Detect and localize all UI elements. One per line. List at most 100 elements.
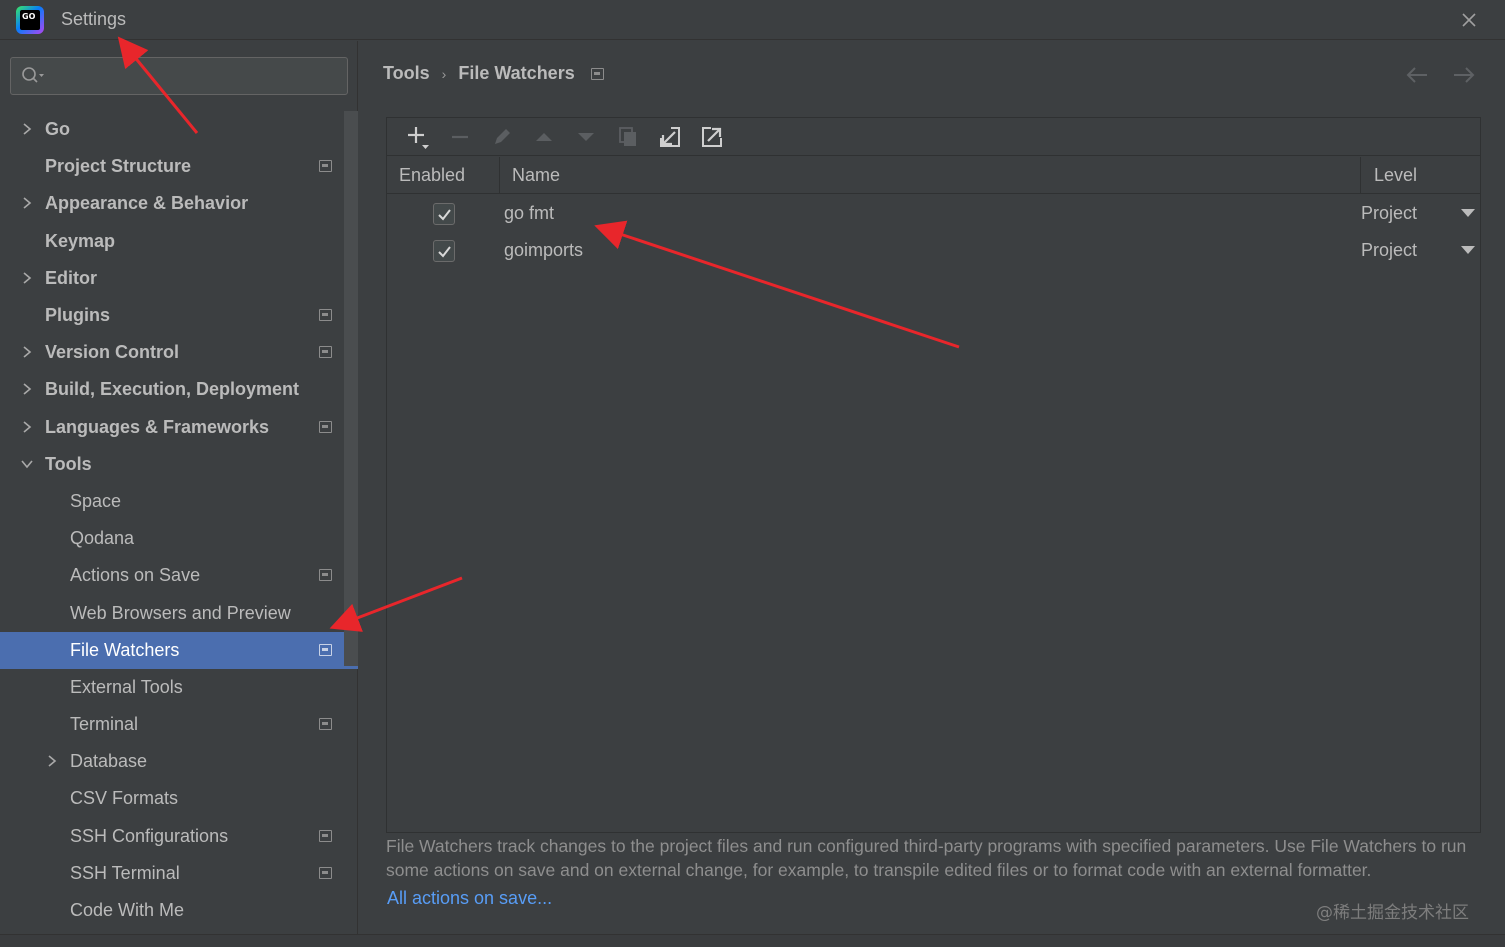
chevron-right-icon[interactable]: [20, 196, 34, 210]
sidebar-item-appearance-behavior[interactable]: Appearance & Behavior: [0, 185, 344, 222]
sidebar-item-label: Database: [70, 751, 148, 772]
sidebar-item-csv-formats[interactable]: CSV Formats: [0, 780, 344, 817]
chevron-right-icon[interactable]: [45, 754, 59, 768]
project-level-icon: [319, 346, 332, 359]
file-watchers-panel: Enabled Name Level go fmt Project goimpo…: [386, 117, 1481, 833]
sidebar-item-actions-on-save[interactable]: Actions on Save: [0, 557, 344, 594]
sidebar-item-database[interactable]: Database: [0, 743, 344, 780]
sidebar-item-label: Appearance & Behavior: [45, 193, 249, 214]
settings-window: GO Settings Go Project Structure Appearanc…: [0, 0, 1505, 947]
chevron-down-icon[interactable]: [20, 457, 34, 471]
chevron-right-icon[interactable]: [20, 382, 34, 396]
column-level[interactable]: Level: [1374, 165, 1417, 186]
sidebar-item-ssh-terminal[interactable]: SSH Terminal: [0, 855, 344, 892]
sidebar-item-label: Editor: [45, 267, 97, 288]
watcher-name: goimports: [504, 240, 584, 260]
all-actions-on-save-link[interactable]: All actions on save...: [387, 888, 552, 909]
project-level-icon: [319, 718, 332, 730]
sidebar-item-web-browsers-and-preview[interactable]: Web Browsers and Preview: [0, 594, 344, 631]
copy-button[interactable]: [607, 122, 649, 152]
sidebar-item-qodana[interactable]: Qodana: [0, 520, 344, 557]
sidebar-item-label: SSH Terminal: [70, 862, 180, 883]
chevron-right-icon[interactable]: [20, 420, 34, 434]
table-row[interactable]: go fmt Project: [387, 195, 1480, 232]
plus-icon: [408, 126, 429, 149]
sidebar-item-label: Plugins: [45, 305, 111, 326]
minus-icon: [452, 135, 468, 138]
sidebar-item-label: Build, Execution, Deployment: [45, 379, 300, 400]
column-divider[interactable]: [1360, 157, 1361, 194]
edit-button[interactable]: [481, 122, 523, 152]
settings-sidebar: Go Project Structure Appearance & Behavior…: [0, 41, 358, 934]
chevron-down-icon[interactable]: [1461, 246, 1475, 254]
close-icon: [1462, 13, 1476, 27]
sidebar-item-label: SSH Configurations: [70, 825, 229, 846]
search-icon: [22, 67, 44, 83]
sidebar-item-build-execution-deployment[interactable]: Build, Execution, Deployment: [0, 371, 344, 408]
chevron-right-icon[interactable]: [20, 345, 34, 359]
main-content: Tools › File Watchers Enabled Name Level…: [359, 41, 1505, 934]
sidebar-item-external-tools[interactable]: External Tools: [0, 669, 344, 706]
breadcrumb-current: File Watchers: [458, 63, 575, 83]
column-enabled[interactable]: Enabled: [399, 165, 465, 186]
enabled-checkbox[interactable]: [433, 240, 455, 262]
copy-icon: [619, 126, 636, 146]
sidebar-item-keymap[interactable]: Keymap: [0, 223, 344, 260]
checkmark-icon: [438, 209, 451, 221]
window-title: Settings: [61, 9, 127, 29]
export-button[interactable]: [691, 122, 733, 152]
back-arrow-icon[interactable]: [1405, 65, 1431, 85]
arrow-up-icon: [536, 132, 552, 141]
sidebar-scrollbar[interactable]: [344, 111, 358, 666]
breadcrumb-separator: ›: [441, 65, 447, 82]
chevron-right-icon[interactable]: [20, 122, 34, 136]
sidebar-item-label: Web Browsers and Preview: [70, 602, 291, 623]
sidebar-item-languages-frameworks[interactable]: Languages & Frameworks: [0, 409, 344, 446]
sidebar-item-ssh-configurations[interactable]: SSH Configurations: [0, 818, 344, 855]
table-toolbar: [387, 118, 1480, 156]
sidebar-item-label: Qodana: [70, 528, 135, 549]
export-icon: [702, 126, 722, 147]
sidebar-item-label: Actions on Save: [70, 565, 201, 586]
column-divider[interactable]: [499, 157, 500, 194]
sidebar-item-label: Keymap: [45, 230, 116, 251]
pencil-icon: [495, 128, 510, 144]
sidebar-item-code-with-me[interactable]: Code With Me: [0, 892, 344, 929]
sidebar-item-label: CSV Formats: [70, 788, 179, 809]
sidebar-item-plugins[interactable]: Plugins: [0, 297, 344, 334]
sidebar-item-go[interactable]: Go: [0, 111, 344, 148]
sidebar-item-tools[interactable]: Tools: [0, 446, 344, 483]
sidebar-item-project-structure[interactable]: Project Structure: [0, 148, 344, 185]
table-row[interactable]: goimports Project: [387, 232, 1480, 269]
logo-text: GO: [20, 10, 40, 30]
sidebar-item-terminal[interactable]: Terminal: [0, 706, 344, 743]
add-button[interactable]: [397, 122, 439, 152]
close-button[interactable]: [1455, 6, 1483, 34]
chevron-down-icon[interactable]: [1461, 209, 1475, 217]
column-name[interactable]: Name: [512, 165, 560, 186]
forward-arrow-icon[interactable]: [1451, 65, 1477, 85]
watcher-level[interactable]: Project: [1361, 203, 1417, 224]
watcher-level[interactable]: Project: [1361, 240, 1417, 261]
search-input[interactable]: [51, 62, 341, 90]
sidebar-item-editor[interactable]: Editor: [0, 260, 344, 297]
chevron-right-icon[interactable]: [20, 271, 34, 285]
sidebar-item-label: External Tools: [70, 676, 183, 697]
description-text: File Watchers track changes to the proje…: [386, 836, 1467, 880]
import-button[interactable]: [649, 122, 691, 152]
search-box[interactable]: [10, 57, 348, 95]
sidebar-item-space[interactable]: Space: [0, 483, 344, 520]
settings-tree: Go Project Structure Appearance & Behavior…: [0, 111, 358, 929]
sidebar-item-label: Version Control: [45, 342, 180, 363]
remove-button[interactable]: [439, 122, 481, 152]
move-down-button[interactable]: [565, 122, 607, 152]
sidebar-item-version-control[interactable]: Version Control: [0, 334, 344, 371]
sidebar-item-label: Go: [45, 119, 70, 140]
move-up-button[interactable]: [523, 122, 565, 152]
sidebar-item-file-watchers[interactable]: File Watchers: [0, 631, 358, 669]
sidebar-item-label: Terminal: [70, 714, 139, 735]
project-level-icon: [319, 866, 332, 879]
enabled-checkbox[interactable]: [433, 203, 455, 225]
breadcrumb-parent[interactable]: Tools: [383, 63, 430, 84]
project-level-icon: [319, 643, 332, 656]
